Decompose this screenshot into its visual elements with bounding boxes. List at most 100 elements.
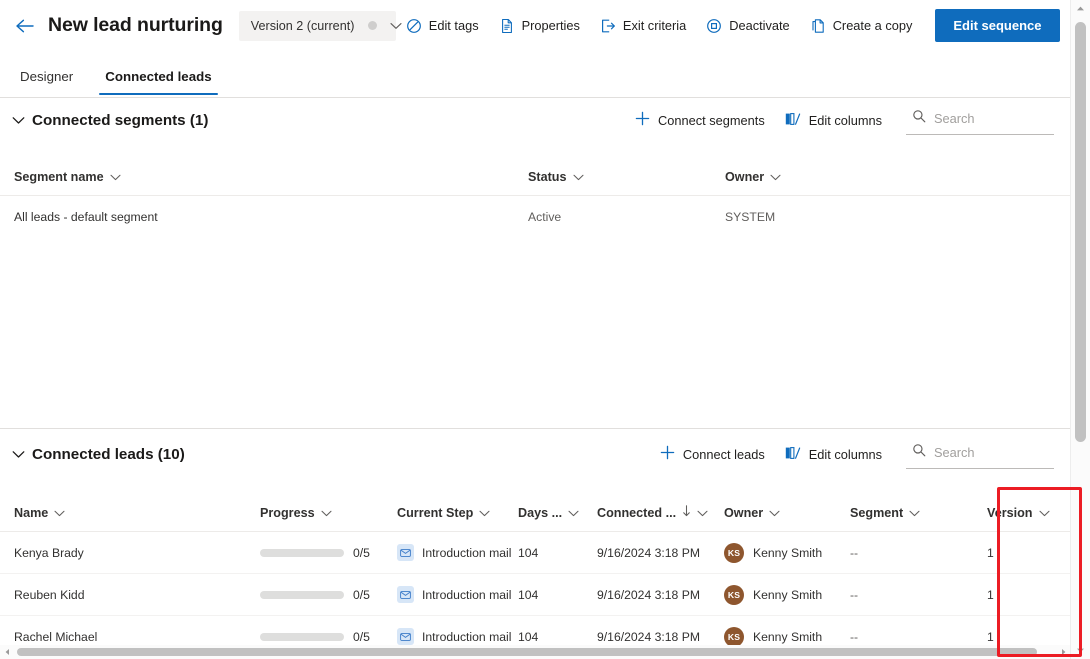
column-header-lead-owner[interactable]: Owner — [718, 506, 844, 520]
create-a-copy-button[interactable]: Create a copy — [800, 9, 923, 43]
segments-search-input[interactable] — [934, 111, 1044, 126]
lead-owner-name: Kenny Smith — [753, 629, 823, 644]
table-row[interactable]: Reuben Kidd 0/5 Introduction mail 104 9/… — [0, 574, 1070, 616]
column-header-current-step[interactable]: Current Step — [391, 506, 512, 520]
column-header-owner[interactable]: Owner — [719, 170, 899, 184]
leads-search-input[interactable] — [934, 445, 1044, 460]
chevron-down-icon — [697, 506, 708, 520]
chevron-down-icon — [769, 506, 780, 520]
connected-segments-table: Segment name Status Owner All leads - de… — [0, 158, 1070, 238]
connect-segments-button[interactable]: Connect segments — [625, 104, 775, 136]
chevron-down-icon — [1038, 506, 1050, 520]
chevron-down-icon — [770, 170, 781, 184]
column-header-days-label: Days ... — [518, 505, 563, 520]
sequence-detail-page: New lead nurturing Version 2 (current) E… — [0, 0, 1090, 659]
segments-edit-columns-label: Edit columns — [808, 112, 882, 128]
search-icon — [912, 443, 926, 462]
copy-icon — [810, 18, 826, 34]
cell-segment: -- — [850, 587, 859, 602]
cell-version: 1 — [987, 587, 994, 602]
cell-segment: -- — [850, 629, 859, 644]
leads-search-box[interactable] — [906, 439, 1054, 469]
version-selector[interactable]: Version 2 (current) — [238, 10, 402, 41]
column-header-name[interactable]: Name — [8, 506, 254, 520]
column-header-progress-label: Progress — [260, 505, 315, 520]
deactivate-label: Deactivate — [729, 18, 790, 33]
leads-actions: Connect leads Edit columns — [650, 438, 1070, 470]
tab-designer[interactable]: Designer — [14, 69, 79, 95]
edit-tags-label: Edit tags — [428, 18, 479, 33]
leads-edit-columns-button[interactable]: Edit columns — [775, 438, 892, 470]
cell-owner: SYSTEM — [725, 210, 776, 224]
cell-connected-date: 9/16/2024 3:18 PM — [597, 629, 700, 644]
cell-current-step: Introduction mail — [391, 544, 512, 561]
cell-current-step: Introduction mail — [391, 628, 512, 645]
column-header-days[interactable]: Days ... — [512, 506, 591, 520]
tab-connected-leads[interactable]: Connected leads — [99, 69, 219, 95]
cell-lead-name: Kenya Brady — [14, 545, 84, 560]
scroll-up-arrow-icon[interactable] — [1071, 0, 1090, 17]
column-header-version[interactable]: Version — [973, 506, 1058, 520]
page-title: New lead nurturing — [48, 14, 223, 36]
scroll-left-arrow-icon[interactable] — [0, 645, 14, 659]
column-header-connected[interactable]: Connected ... — [591, 505, 718, 520]
leads-table-header: Name Progress Current Step Days ... Conn… — [0, 494, 1070, 532]
current-step-label: Introduction mail — [422, 545, 512, 560]
avatar: KS — [724, 584, 744, 605]
segments-edit-columns-button[interactable]: Edit columns — [775, 104, 892, 136]
cell-current-step: Introduction mail — [391, 586, 512, 603]
connect-leads-button[interactable]: Connect leads — [650, 438, 775, 470]
connected-leads-header: Connected leads (10) Connect leads Edit … — [0, 432, 1070, 476]
scroll-down-arrow-icon[interactable] — [1071, 642, 1090, 659]
chevron-down-icon — [909, 506, 920, 520]
cell-connected-date: 9/16/2024 3:18 PM — [597, 545, 700, 560]
scroll-right-arrow-icon[interactable] — [1056, 645, 1070, 659]
table-row[interactable]: All leads - default segment Active SYSTE… — [0, 196, 1070, 238]
horizontal-scrollbar-thumb[interactable] — [17, 648, 1037, 656]
progress-value: 0/5 — [353, 545, 370, 560]
column-header-segment[interactable]: Segment — [844, 506, 973, 520]
properties-button[interactable]: Properties — [489, 9, 590, 43]
exit-criteria-button[interactable]: Exit criteria — [590, 9, 696, 43]
segments-collapse-chevron-down-icon[interactable] — [8, 116, 28, 125]
vertical-scrollbar-thumb[interactable] — [1075, 22, 1086, 442]
connected-segments-header: Connected segments (1) Connect segments — [0, 98, 1070, 142]
cell-lead-name: Reuben Kidd — [14, 587, 85, 602]
circle-stop-icon — [706, 18, 722, 34]
cell-connected-date: 9/16/2024 3:18 PM — [597, 587, 700, 602]
deactivate-button[interactable]: Deactivate — [696, 9, 799, 43]
lead-owner-name: Kenny Smith — [753, 545, 823, 560]
column-header-progress[interactable]: Progress — [254, 506, 391, 520]
column-header-segment-name-label: Segment name — [14, 169, 104, 184]
column-header-name-label: Name — [14, 505, 49, 520]
segments-actions: Connect segments Edit columns — [625, 104, 1070, 136]
column-header-current-step-label: Current Step — [397, 505, 474, 520]
segments-search-box[interactable] — [906, 105, 1054, 135]
back-button[interactable] — [8, 10, 40, 42]
segments-table-header: Segment name Status Owner — [0, 158, 1070, 196]
horizontal-scrollbar[interactable] — [0, 645, 1070, 659]
cell-progress: 0/5 — [254, 630, 391, 644]
cell-days: 104 — [518, 587, 539, 602]
section-divider — [0, 428, 1070, 429]
column-header-segment-name[interactable]: Segment name — [8, 170, 522, 184]
column-header-status[interactable]: Status — [522, 170, 719, 184]
current-step-label: Introduction mail — [422, 629, 512, 644]
edit-tags-button[interactable]: Edit tags — [396, 9, 489, 43]
mail-icon — [397, 544, 414, 561]
vertical-scrollbar[interactable] — [1070, 0, 1090, 659]
edit-sequence-button[interactable]: Edit sequence — [935, 9, 1060, 42]
command-bar: New lead nurturing Version 2 (current) E… — [0, 0, 1070, 51]
version-selector-label: Version 2 (current) — [250, 18, 355, 33]
leads-collapse-chevron-down-icon[interactable] — [8, 450, 28, 459]
chevron-down-icon — [321, 506, 332, 520]
column-header-owner-label: Owner — [725, 169, 765, 184]
arrow-left-icon — [15, 18, 34, 34]
exit-icon — [600, 18, 616, 34]
progress-bar — [260, 632, 344, 641]
table-row[interactable]: Kenya Brady 0/5 Introduction mail 104 9/… — [0, 532, 1070, 574]
cell-progress: 0/5 — [254, 546, 391, 560]
cell-status: Active — [528, 210, 562, 224]
cell-progress: 0/5 — [254, 588, 391, 602]
connected-segments-title: Connected segments (1) — [32, 111, 209, 129]
